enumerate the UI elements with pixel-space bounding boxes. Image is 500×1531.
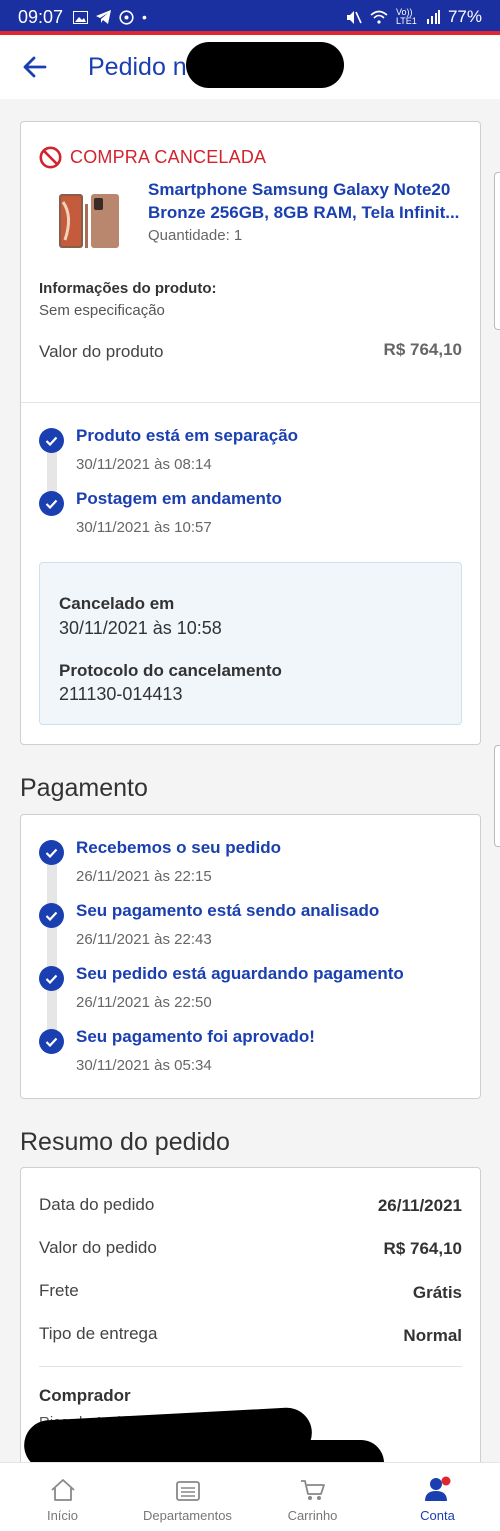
timeline-date: 30/11/2021 às 10:57 [76, 519, 212, 536]
nav-cart-label: Carrinho [287, 1508, 338, 1523]
product-image[interactable] [55, 190, 125, 252]
buyer-label: Comprador [39, 1386, 131, 1405]
nav-account[interactable]: Conta [375, 1463, 500, 1531]
redaction-mark [186, 42, 344, 88]
order-date-value: 26/11/2021 [377, 1196, 462, 1215]
delivery-type-value: Normal [403, 1326, 462, 1345]
check-icon [39, 903, 64, 928]
order-timeline: Produto está em separação 30/11/2021 às … [39, 426, 462, 546]
timeline-date: 26/11/2021 às 22:15 [76, 868, 212, 885]
timeline-title: Seu pagamento está sendo analisado [76, 901, 380, 920]
notification-icons: • [73, 9, 147, 25]
product-name-link[interactable]: Smartphone Samsung Galaxy Note20 Bronze … [148, 178, 468, 224]
shipping-value: Grátis [412, 1283, 462, 1302]
timeline-item: Seu pagamento foi aprovado! 30/11/2021 à… [39, 1027, 459, 1085]
bottom-navigation: Início Departamentos Carrinho Conta [0, 1462, 500, 1531]
page-title: Pedido nº [88, 52, 196, 81]
check-icon [39, 491, 64, 516]
system-icons: Vo)) LTE1 77% [346, 7, 482, 27]
cancel-protocol-value: 211130-014413 [59, 684, 183, 704]
back-button[interactable] [0, 35, 70, 99]
timeline-title: Seu pagamento foi aprovado! [76, 1027, 315, 1046]
nav-account-label: Conta [420, 1508, 455, 1523]
order-date-label: Data do pedido [39, 1195, 155, 1214]
signal-icon [426, 10, 440, 24]
cart-icon [300, 1480, 325, 1500]
mute-icon [346, 10, 362, 24]
side-scroll-tab[interactable] [494, 172, 500, 330]
nav-home-label: Início [46, 1508, 79, 1523]
nav-departments[interactable]: Departamentos [125, 1463, 250, 1531]
telegram-icon [96, 10, 112, 24]
payment-timeline: Recebemos o seu pedido 26/11/2021 às 22:… [39, 838, 462, 1088]
cancel-status: COMPRA CANCELADA [39, 146, 266, 169]
timeline-date: 30/11/2021 às 05:34 [76, 1057, 212, 1074]
status-time: 09:07 [18, 6, 64, 27]
timeline-title: Recebemos o seu pedido [76, 838, 281, 857]
check-icon [39, 840, 64, 865]
timeline-item: Recebemos o seu pedido 26/11/2021 às 22:… [39, 838, 459, 896]
whatsapp-icon [119, 9, 134, 25]
status-bar: 09:07 • Vo)) LTE1 77% [0, 0, 500, 34]
more-notifications-icon: • [142, 9, 147, 25]
check-icon [39, 1029, 64, 1054]
battery-percent: 77% [447, 7, 482, 26]
product-value-amount: R$ 764,10 [383, 340, 462, 359]
timeline-title: Seu pedido está aguardando pagamento [76, 964, 404, 983]
gallery-icon [73, 10, 89, 24]
nav-home[interactable]: Início [0, 1463, 125, 1531]
payment-card: Recebemos o seu pedido 26/11/2021 às 22:… [20, 814, 481, 1099]
summary-section-title: Resumo do pedido [20, 1128, 230, 1156]
timeline-date: 26/11/2021 às 22:50 [76, 994, 212, 1011]
product-info-value: Sem especificação [39, 302, 165, 319]
cancelled-at-value: 30/11/2021 às 10:58 [59, 618, 222, 638]
cancelled-at-label: Cancelado em [59, 594, 175, 613]
product-value-label: Valor do produto [39, 342, 164, 361]
timeline-item: Produto está em separação 30/11/2021 às … [39, 426, 459, 484]
timeline-date: 26/11/2021 às 22:43 [76, 931, 212, 948]
check-icon [39, 428, 64, 453]
prohibited-icon [39, 146, 62, 169]
product-info-label: Informações do produto: [39, 280, 217, 297]
network-label: Vo)) LTE1 [395, 7, 417, 26]
cancellation-info-box: Cancelado em 30/11/2021 às 10:58 Protoco… [39, 562, 462, 725]
timeline-title: Produto está em separação [76, 426, 299, 445]
timeline-title: Postagem em andamento [76, 489, 282, 508]
timeline-date: 30/11/2021 às 08:14 [76, 456, 212, 473]
order-value-label: Valor do pedido [39, 1238, 157, 1257]
timeline-item: Postagem em andamento 30/11/2021 às 10:5… [39, 489, 459, 547]
account-icon [424, 1476, 450, 1501]
arrow-left-icon [23, 56, 47, 78]
cancel-status-label: COMPRA CANCELADA [70, 147, 267, 167]
nav-departments-label: Departamentos [143, 1508, 232, 1523]
timeline-item: Seu pedido está aguardando pagamento 26/… [39, 964, 459, 1022]
order-card: COMPRA CANCELADA Smartphone Samsung Gala… [20, 121, 481, 745]
side-scroll-tab[interactable] [494, 745, 500, 847]
shipping-label: Frete [39, 1281, 79, 1300]
cancel-protocol-label: Protocolo do cancelamento [59, 661, 282, 680]
check-icon [39, 966, 64, 991]
order-value-amount: R$ 764,10 [383, 1239, 462, 1258]
divider [21, 402, 480, 403]
home-icon [50, 1479, 75, 1501]
delivery-type-label: Tipo de entrega [39, 1324, 158, 1343]
product-quantity: Quantidade: 1 [148, 227, 243, 244]
payment-section-title: Pagamento [20, 774, 148, 802]
wifi-icon [370, 10, 388, 24]
nav-cart[interactable]: Carrinho [250, 1463, 375, 1531]
timeline-item: Seu pagamento está sendo analisado 26/11… [39, 901, 459, 959]
departments-icon [175, 1481, 200, 1501]
divider [39, 1366, 462, 1367]
